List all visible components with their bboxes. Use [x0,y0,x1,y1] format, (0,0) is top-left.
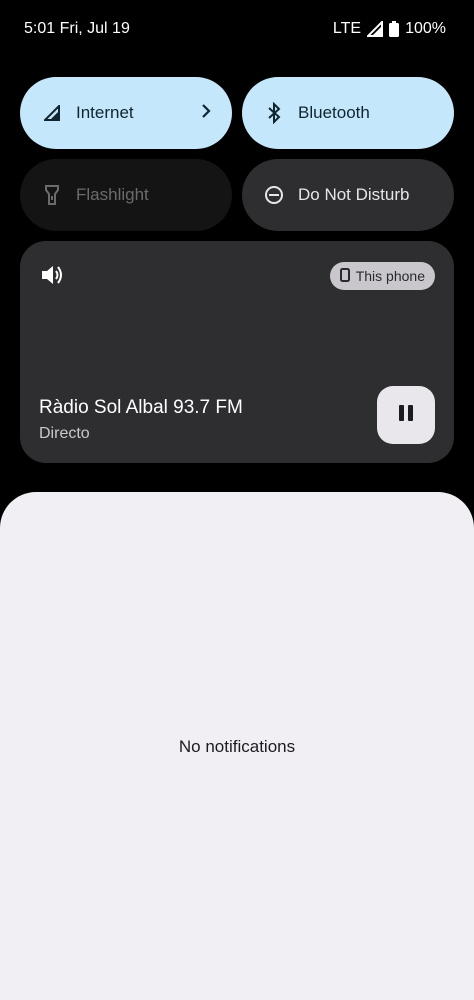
tile-dnd-label: Do Not Disturb [298,185,410,204]
tile-do-not-disturb[interactable]: Do Not Disturb [242,159,454,231]
tile-bluetooth-label: Bluetooth [298,103,370,122]
tile-flashlight[interactable]: Flashlight [20,159,232,231]
status-bar: 5:01 Fri, Jul 19 LTE 100% [0,0,474,60]
pause-icon [398,404,414,427]
flashlight-icon [40,183,64,207]
volume-icon[interactable] [40,263,66,292]
tile-internet[interactable]: Internet [20,77,232,149]
pause-button[interactable] [377,386,435,444]
tile-flashlight-label: Flashlight [76,185,149,204]
media-player-card[interactable]: This phone Ràdio Sol Albal 93.7 FM Direc… [20,241,454,463]
bluetooth-icon [262,101,286,125]
media-subtitle: Directo [39,425,90,442]
no-notifications-text: No notifications [178,737,296,756]
chevron-right-icon [200,101,212,126]
battery-icon [389,21,400,37]
status-time-date: 5:01 Fri, Jul 19 [24,20,130,38]
status-time: 5:01 [24,20,56,37]
tile-internet-label: Internet [76,103,134,122]
media-title: Ràdio Sol Albal 93.7 FM [39,397,243,418]
notification-panel: No notifications [0,492,474,1000]
battery-level: 100% [405,20,446,37]
do-not-disturb-icon [262,183,286,207]
cell-signal-icon [367,21,384,37]
output-device-chip[interactable]: This phone [329,262,435,290]
tile-bluetooth[interactable]: Bluetooth [242,77,454,149]
phone-icon [339,267,350,285]
signal-icon [40,101,64,125]
output-device-label: This phone [355,268,425,284]
status-indicators: LTE 100% [333,20,446,38]
network-type: LTE [332,20,362,37]
status-date: Fri, Jul 19 [59,20,130,37]
